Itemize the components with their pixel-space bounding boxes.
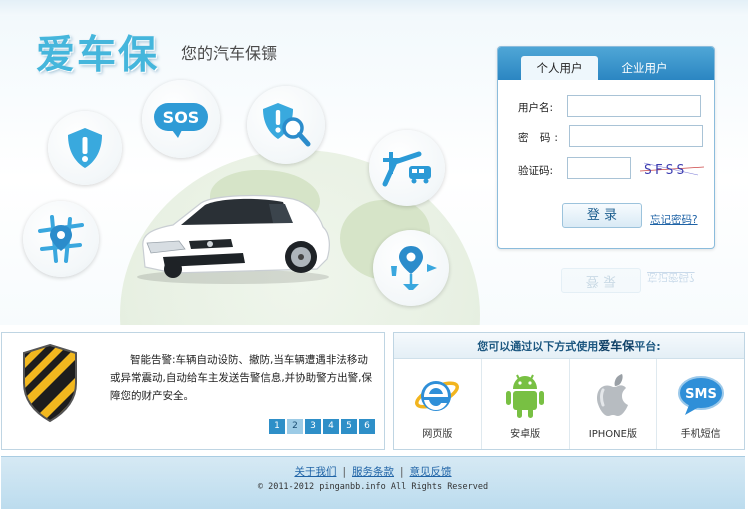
platforms-heading-brand: 爱车保 bbox=[598, 339, 635, 353]
login-panel: 个人用户 企业用户 用户名: 密 码: 验证码: SFSS 登 录 忘记密码? bbox=[497, 46, 715, 249]
alert-shield-icon bbox=[48, 111, 122, 185]
footer-link-feedback[interactable]: 意见反馈 bbox=[410, 466, 452, 478]
page-5-button[interactable]: 5 bbox=[341, 419, 357, 434]
ie-browser-icon bbox=[413, 371, 461, 419]
tab-enterprise-user[interactable]: 企业用户 bbox=[606, 56, 683, 80]
footer-separator: | bbox=[400, 466, 404, 478]
platforms-heading-suffix: 平台: bbox=[634, 340, 661, 353]
feature-panel: 智能告警:车辆自动设防、撤防,当车辆遭遇非法移动或异常震动,自动给车主发送告警信… bbox=[1, 332, 385, 450]
captcha-text: SFSS bbox=[644, 163, 687, 178]
platform-iphone[interactable]: IPHONE版 bbox=[570, 359, 658, 449]
platform-iphone-label: IPHONE版 bbox=[588, 429, 637, 440]
forgot-link-reflection: 忘记密码? bbox=[647, 271, 695, 283]
captcha-label: 验证码: bbox=[518, 165, 554, 177]
username-label: 用户名: bbox=[518, 102, 554, 114]
captcha-input[interactable] bbox=[567, 157, 631, 179]
platform-android[interactable]: 安卓版 bbox=[482, 359, 570, 449]
login-button[interactable]: 登 录 bbox=[562, 203, 642, 228]
platforms-heading: 您可以通过以下方式使用爱车保平台: bbox=[394, 333, 744, 359]
platforms-panel: 您可以通过以下方式使用爱车保平台: 网页版 安卓版 IPHONE版 SMS 手机… bbox=[393, 332, 745, 450]
footer-link-terms[interactable]: 服务条款 bbox=[352, 466, 394, 478]
page-2-button[interactable]: 2 bbox=[287, 419, 303, 434]
sms-icon: SMS bbox=[677, 371, 725, 419]
page-6-button[interactable]: 6 bbox=[359, 419, 375, 434]
brand-logo: 爱车保 bbox=[36, 33, 160, 78]
platform-sms-label: 手机短信 bbox=[680, 429, 721, 440]
platforms-heading-prefix: 您可以通过以下方式使用 bbox=[477, 340, 599, 353]
login-tabs-bar: 个人用户 企业用户 bbox=[498, 47, 714, 80]
password-label: 密 码: bbox=[518, 132, 562, 144]
platform-sms[interactable]: SMS 手机短信 bbox=[657, 359, 744, 449]
search-shield-icon bbox=[247, 86, 325, 164]
footer-links: 关于我们 | 服务条款 | 意见反馈 bbox=[1, 464, 745, 479]
forgot-password-link[interactable]: 忘记密码? bbox=[650, 212, 698, 227]
page-3-button[interactable]: 3 bbox=[305, 419, 321, 434]
car-illustration bbox=[133, 185, 333, 285]
page-1-button[interactable]: 1 bbox=[269, 419, 285, 434]
brand-slogan: 您的汽车保镖 bbox=[181, 44, 278, 63]
feature-pager: 1 2 3 4 5 6 bbox=[269, 419, 375, 434]
platform-web-label: 网页版 bbox=[422, 429, 453, 440]
page-4-button[interactable]: 4 bbox=[323, 419, 339, 434]
copyright-text: © 2011-2012 pinganbb.info All Rights Res… bbox=[257, 482, 489, 492]
poi-icon bbox=[373, 230, 449, 306]
footer-separator: | bbox=[342, 466, 346, 478]
feature-description: 智能告警:车辆自动设防、撤防,当车辆遭遇非法移动或异常震动,自动给车主发送告警信… bbox=[110, 354, 373, 402]
password-input[interactable] bbox=[569, 125, 703, 147]
hero-top-stripe bbox=[0, 0, 748, 16]
sos-label: SOS bbox=[163, 108, 200, 127]
platform-web[interactable]: 网页版 bbox=[394, 359, 482, 449]
login-reflection: 登 录 忘记密码? bbox=[497, 252, 715, 312]
sms-icon-text: SMS bbox=[685, 387, 717, 402]
footer: 关于我们 | 服务条款 | 意见反馈 © 2011-2012 pinganbb.info… bbox=[1, 456, 745, 509]
footer-link-about[interactable]: 关于我们 bbox=[294, 466, 336, 478]
apple-icon bbox=[589, 371, 637, 419]
sos-icon: SOS bbox=[142, 80, 220, 158]
route-bus-icon bbox=[369, 130, 445, 206]
tab-personal-user[interactable]: 个人用户 bbox=[521, 56, 598, 80]
map-pin-icon bbox=[23, 201, 99, 277]
warning-shield-icon bbox=[23, 343, 77, 423]
android-icon bbox=[501, 371, 549, 419]
platform-android-label: 安卓版 bbox=[510, 429, 541, 440]
captcha-image[interactable]: SFSS bbox=[640, 159, 704, 179]
username-input[interactable] bbox=[567, 95, 701, 117]
platform-list: 网页版 安卓版 IPHONE版 SMS 手机短信 bbox=[394, 359, 744, 449]
login-button-reflection: 登 录 bbox=[561, 268, 641, 293]
